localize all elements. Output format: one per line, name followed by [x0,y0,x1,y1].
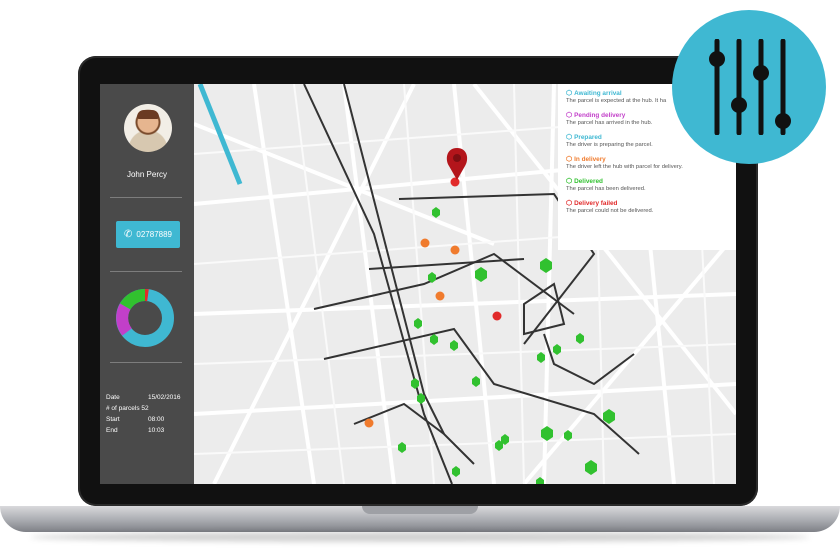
stat-value: 08:00 [148,416,165,423]
user-name: John Percy [126,170,168,179]
phone-icon: ✆ [124,228,133,240]
legend-item: ⬡ Delivered The parcel has been delivered. [566,178,728,192]
phone-number: 02787889 [136,230,172,239]
stat-row: Start 08:00 [106,414,181,425]
divider [110,197,182,198]
legend-description: The parcel has been delivered. [566,186,646,192]
stat-label: End [106,427,118,434]
stat-value: 15/02/2016 [148,394,181,401]
box-icon: ⬡ [566,178,573,185]
legend-item: ⬡ In delivery The driver left the hub with… [566,156,728,170]
sliders-badge[interactable] [672,10,826,164]
legend-title-text: Delivery failed [574,200,618,207]
sliders-icon [709,39,791,135]
laptop-notch [362,506,478,514]
box-icon: ⬡ [566,112,573,119]
legend-item: ⬡ Delivery failed The parcel could not be … [566,200,728,214]
legend-description: The parcel could not be delivered. [566,208,654,214]
donut-segment-delivered [120,289,146,310]
box-icon: ⬡ [566,200,573,207]
app-screen: John Percy ✆ 02787889 Date 15/02/2016 # o… [100,84,736,484]
stat-label: Date [106,394,120,401]
legend-title: ⬡ Delivery failed [566,200,728,207]
box-icon: ⬡ [566,90,573,97]
legend-title: ⬡ Delivered [566,178,728,185]
sidebar: John Percy ✆ 02787889 Date 15/02/2016 # o… [100,84,194,484]
legend-title-text: In delivery [574,156,606,163]
stat-value: 10:03 [148,427,165,434]
box-icon: ⬡ [566,134,573,141]
legend-title-text: Prepared [574,134,602,141]
phone-button[interactable]: ✆ 02787889 [116,221,180,248]
legend-title-text: Pending delivery [574,112,626,119]
stat-row: Date 15/02/2016 [106,392,181,403]
legend-description: The driver left the hub with parcel for … [566,164,683,170]
avatar [124,104,172,152]
divider [110,271,182,272]
donut-segment-pending [116,303,133,336]
divider [110,362,182,363]
stat-label: # of parcels [106,405,140,412]
stat-row: # of parcels 52 [106,403,181,414]
box-icon: ⬡ [566,156,573,163]
stat-row: End 10:03 [106,425,181,436]
stat-value: 52 [141,405,149,412]
laptop-shadow [30,532,810,542]
legend-title: ⬡ In delivery [566,156,728,163]
stat-label: Start [106,416,120,423]
route-stats: Date 15/02/2016 # of parcels 52 Start 08:0… [106,392,181,436]
legend-title-text: Awaiting arrival [574,90,622,97]
legend-title-text: Delivered [574,178,603,185]
status-donut-chart [116,289,174,347]
